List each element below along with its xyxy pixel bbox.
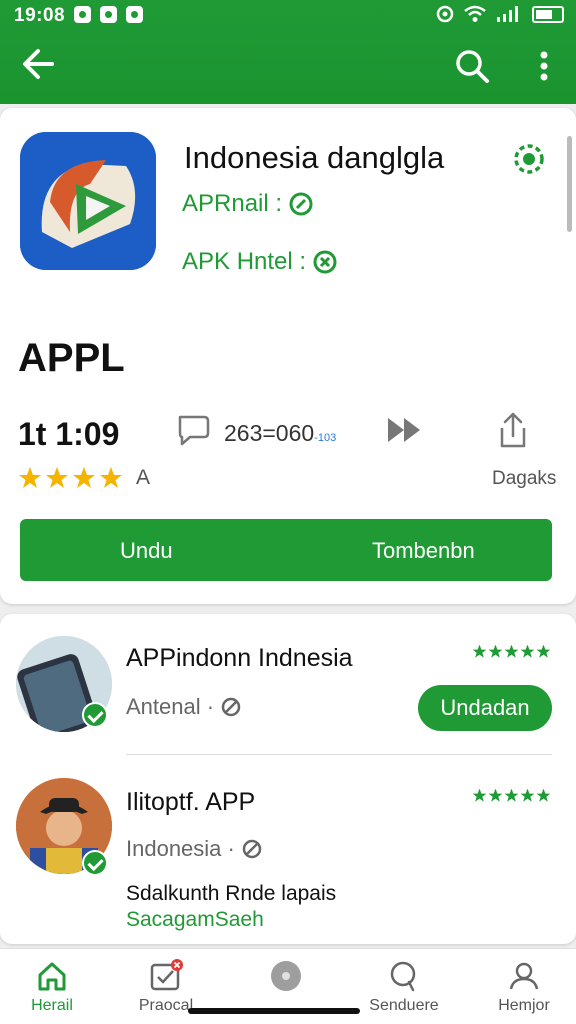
play-logo-icon xyxy=(20,132,156,270)
review-count: 263=060-103 xyxy=(224,420,336,447)
nav-label: Herail xyxy=(31,997,73,1014)
review-count-value: 263=060 xyxy=(224,420,315,446)
nav-label: Hemjor xyxy=(498,997,550,1014)
star-icon xyxy=(472,644,487,658)
location-icon xyxy=(100,6,117,23)
verified-icon xyxy=(313,250,337,274)
app-meta-1: APRnail : xyxy=(182,190,314,218)
list-item-description-link[interactable]: SacagamSaeh xyxy=(126,908,264,932)
home-icon xyxy=(38,962,66,991)
app-icon[interactable] xyxy=(20,132,156,270)
scrollbar[interactable] xyxy=(567,136,572,232)
nav-item-praocal[interactable]: Praocal xyxy=(116,959,216,1015)
search-icon[interactable] xyxy=(452,46,492,86)
star-icon xyxy=(46,467,68,488)
arrow-left-icon[interactable] xyxy=(18,44,58,84)
list-item-subtitle-text: Indonesia · xyxy=(126,836,235,861)
verified-check-icon xyxy=(82,850,108,876)
search-icon xyxy=(390,961,416,992)
shield-icon xyxy=(126,6,143,23)
alarm-icon xyxy=(436,5,454,23)
system-icons xyxy=(436,5,564,23)
gear-icon[interactable] xyxy=(510,140,548,178)
star-icon xyxy=(488,788,503,802)
add-button[interactable]: Tombenbn xyxy=(372,538,475,564)
star-icon xyxy=(520,644,535,658)
app-meta-2: APK Hntel : xyxy=(182,248,338,276)
app-title: Indonesia danglgla xyxy=(184,140,445,175)
install-button-bar: Undu Tombenbn xyxy=(20,519,552,581)
rating-text: 1t 1:09 xyxy=(18,416,120,452)
app-name: APPL xyxy=(18,336,125,380)
star-icon xyxy=(536,644,551,658)
download-button[interactable]: Undu xyxy=(120,538,173,564)
fast-forward-icon[interactable] xyxy=(386,415,424,445)
more-vert-icon[interactable] xyxy=(530,48,558,84)
share-label: Dagaks xyxy=(492,468,557,489)
checkbox-icon xyxy=(150,959,183,991)
verified-icon xyxy=(289,192,313,216)
list-item-description: Sdalkunth Rnde lapais xyxy=(126,882,337,905)
app-header-card: Indonesia danglgla APRnail : APK Hntel :… xyxy=(0,108,576,604)
status-time: 19:08 xyxy=(14,5,66,26)
notification-icon xyxy=(74,6,91,23)
nav-item-search[interactable]: Senduere xyxy=(354,959,454,1015)
nav-item-center[interactable] xyxy=(236,959,336,997)
install-button[interactable]: Undadan xyxy=(418,685,552,731)
chat-icon[interactable] xyxy=(176,413,212,447)
blocked-icon xyxy=(221,697,241,717)
home-indicator[interactable] xyxy=(188,1008,360,1014)
meta-2-label: APK Hntel : xyxy=(182,248,307,275)
status-bar: 19:08 xyxy=(0,0,576,32)
star-rating: A xyxy=(18,466,150,490)
star-icon xyxy=(504,788,519,802)
meta-1-label: APRnail : xyxy=(182,190,283,217)
star-icon xyxy=(504,644,519,658)
related-apps-card: APPindonn Indnesia Antenal · Undadan Ili… xyxy=(0,614,576,944)
list-item-title[interactable]: Ilitoptf. APP xyxy=(126,788,255,817)
nav-label: Senduere xyxy=(369,997,439,1014)
list-item-rating xyxy=(472,644,551,659)
star-icon xyxy=(100,467,122,488)
wifi-icon xyxy=(464,5,486,22)
star-icon xyxy=(488,644,503,658)
app-bar: 19:08 xyxy=(0,0,576,104)
circle-icon xyxy=(271,961,301,991)
star-icon xyxy=(73,467,95,488)
notification-icons xyxy=(74,6,143,23)
verified-check-icon xyxy=(82,702,108,728)
battery-icon xyxy=(532,5,564,23)
share-icon[interactable] xyxy=(496,410,530,450)
list-item-rating xyxy=(472,788,551,803)
list-item-subtitle-text: Antenal · xyxy=(126,694,215,719)
list-item-subtitle: Indonesia · xyxy=(126,836,263,862)
star-icon xyxy=(19,467,41,488)
profile-icon xyxy=(509,962,539,990)
divider xyxy=(126,754,552,755)
blocked-icon xyxy=(242,839,262,859)
star-icon xyxy=(536,788,551,802)
nav-item-profile[interactable]: Hemjor xyxy=(474,959,574,1015)
stars-suffix: A xyxy=(136,466,151,489)
list-item-title[interactable]: APPindonn Indnesia xyxy=(126,644,353,673)
star-icon xyxy=(520,788,535,802)
signal-icon xyxy=(497,6,518,22)
list-item-subtitle: Antenal · xyxy=(126,694,242,720)
star-icon xyxy=(472,788,487,802)
nav-item-home[interactable]: Herail xyxy=(2,959,102,1015)
review-count-suffix: -103 xyxy=(314,432,337,444)
